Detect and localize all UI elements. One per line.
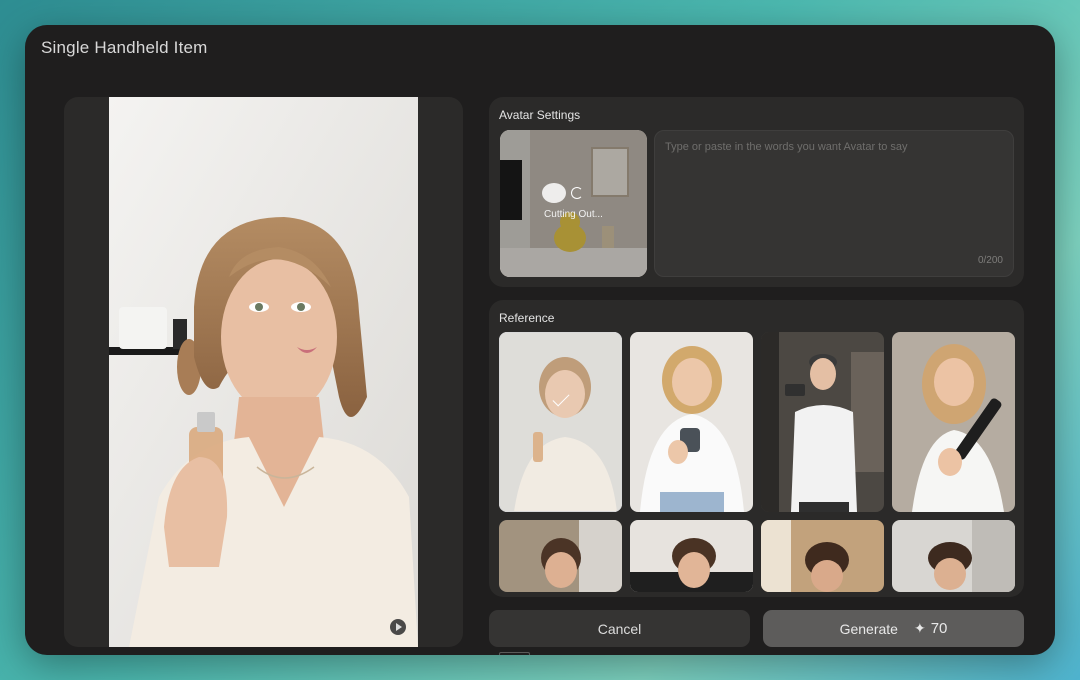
reference-thumbnail[interactable] — [499, 520, 622, 592]
avatar-settings-card: Avatar Settings Cutting Out... 0/200 — [489, 97, 1024, 287]
preview-panel — [64, 97, 463, 647]
reference-thumbnail[interactable] — [630, 520, 753, 592]
loading-spinner-icon — [570, 187, 583, 199]
reference-2-image — [630, 332, 753, 512]
avatar-script-input[interactable] — [665, 141, 1005, 251]
dialog-title: Single Handheld Item — [41, 38, 208, 57]
play-icon[interactable] — [390, 619, 406, 635]
reference-thumbnail[interactable] — [892, 520, 1015, 592]
avatar-image[interactable]: Cutting Out... — [500, 130, 647, 277]
generate-button[interactable]: Generate ✦ 70 — [763, 610, 1024, 647]
script-box: 0/200 — [654, 130, 1014, 277]
reference-card: Reference — [489, 300, 1024, 597]
bottom-stub — [499, 652, 530, 655]
reference-thumbnail[interactable] — [761, 332, 884, 512]
reference-thumbnail[interactable] — [630, 332, 753, 512]
woman-holding-perfume-illustration — [109, 97, 418, 647]
reference-thumbnail[interactable] — [761, 520, 884, 592]
reference-7-image — [761, 520, 884, 592]
sparkle-icon: ✦ — [913, 620, 926, 636]
reference-1-image — [499, 332, 622, 512]
character-count: 0/200 — [977, 255, 1003, 266]
reference-3-image — [761, 332, 884, 512]
reference-4-image — [892, 332, 1015, 512]
cutting-out-overlay: Cutting Out... — [500, 130, 647, 277]
avatar-settings-title: Avatar Settings — [499, 108, 581, 122]
cutting-out-status: Cutting Out... — [544, 209, 603, 220]
generate-button-label: Generate — [839, 620, 898, 637]
reference-title: Reference — [499, 311, 555, 325]
reference-6-image — [630, 520, 753, 592]
generate-credit-cost: 70 — [930, 620, 948, 637]
single-handheld-item-dialog: Single Handheld Item Avatar Settings Cut… — [25, 25, 1055, 655]
reference-thumbnail-selected[interactable] — [499, 332, 622, 512]
reference-grid — [499, 332, 1015, 592]
cancel-button[interactable]: Cancel — [489, 610, 750, 647]
reference-8-image — [892, 520, 1015, 592]
cancel-button-label: Cancel — [597, 620, 642, 637]
reference-thumbnail[interactable] — [892, 332, 1015, 512]
preview-video[interactable] — [109, 97, 418, 647]
reference-5-image — [499, 520, 622, 592]
